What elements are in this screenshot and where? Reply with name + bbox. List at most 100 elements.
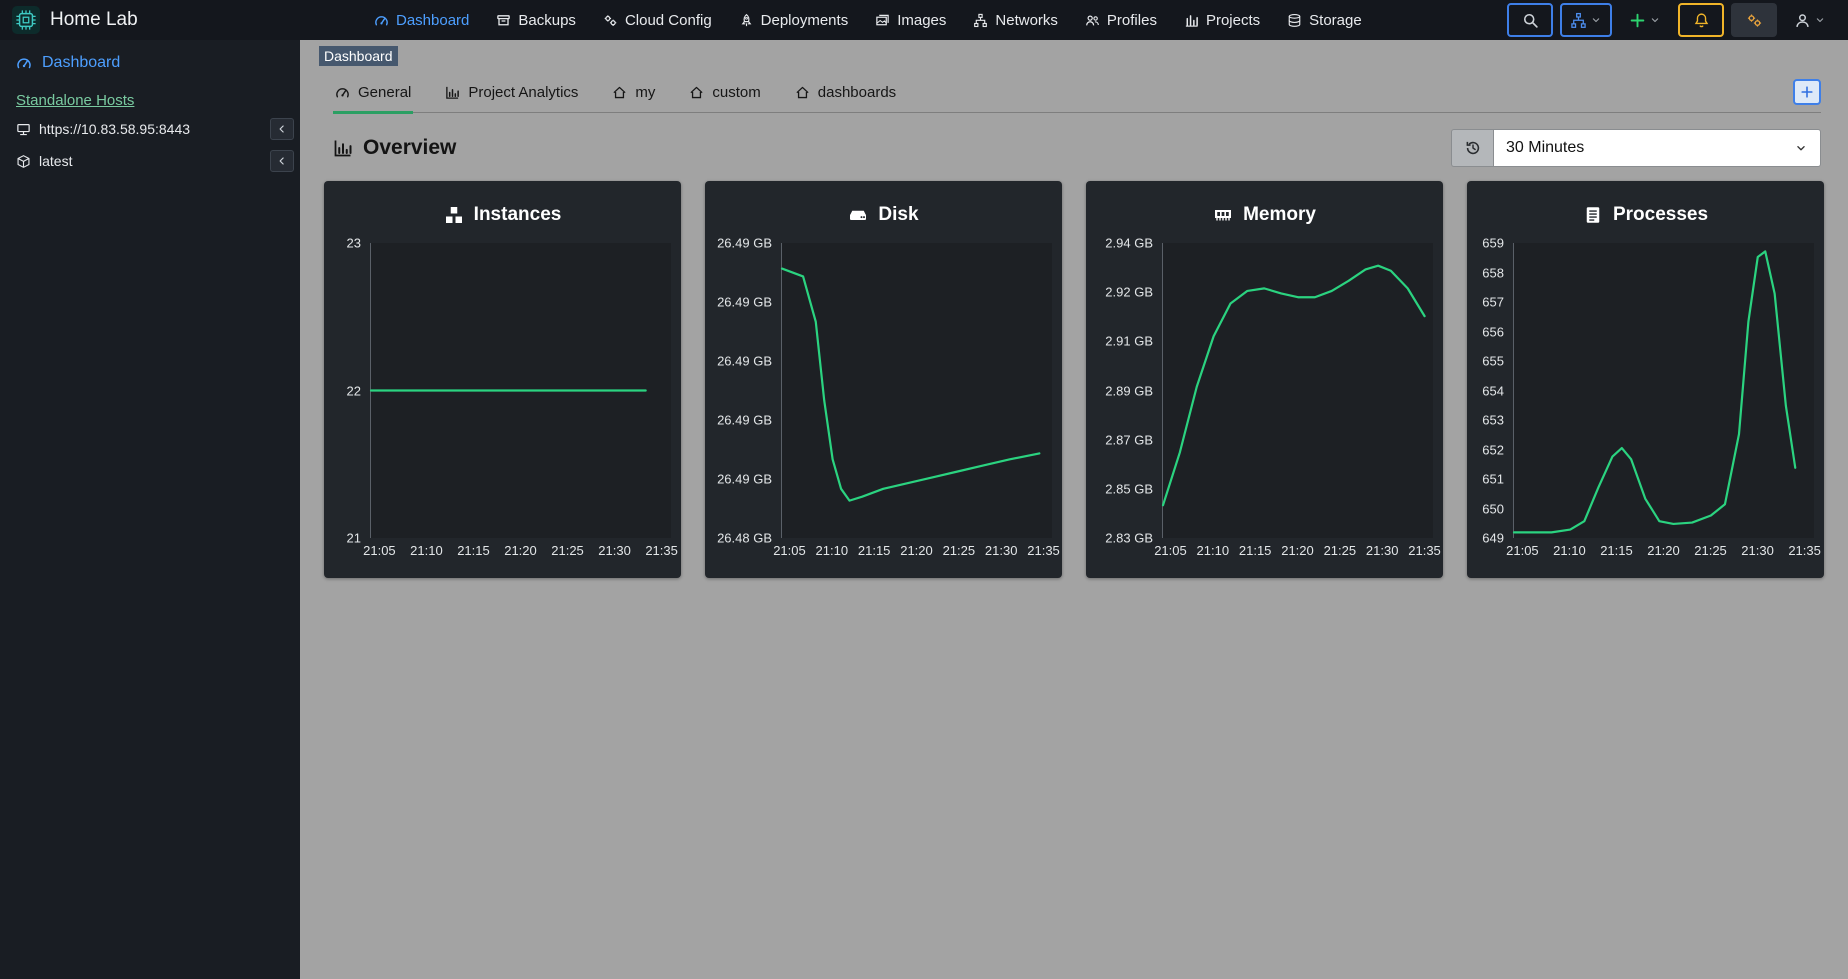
nav-item-projects[interactable]: Projects bbox=[1184, 12, 1260, 29]
nav-label: Networks bbox=[995, 11, 1058, 29]
nav-item-profiles[interactable]: Profiles bbox=[1085, 12, 1157, 29]
tab-general[interactable]: General bbox=[333, 78, 414, 114]
chart: 659 658 657 656 655 654 653 652 651 650 649 bbox=[1467, 236, 1824, 546]
x-axis-tick-label: 21:35 bbox=[1027, 543, 1060, 558]
create-menu-button[interactable] bbox=[1619, 3, 1671, 37]
y-axis-tick-label: 655 bbox=[1482, 353, 1504, 369]
y-axis-tick-label: 651 bbox=[1482, 471, 1504, 487]
gauge-icon bbox=[374, 13, 389, 28]
nav-label: Deployments bbox=[760, 11, 849, 29]
plus-icon bbox=[1800, 85, 1814, 99]
y-axis-tick-label: 649 bbox=[1482, 530, 1504, 546]
nav-item-deployments[interactable]: Deployments bbox=[739, 11, 849, 29]
box-icon bbox=[16, 154, 31, 169]
caret-down-icon bbox=[1649, 14, 1661, 26]
x-axis-tick-label: 21:05 bbox=[1506, 543, 1539, 558]
top-bar: Home Lab Dashboard Backups Cloud Config … bbox=[0, 0, 1848, 40]
host-row[interactable]: latest bbox=[0, 145, 300, 177]
collapse-host-button[interactable] bbox=[270, 118, 294, 140]
x-axis-tick-label: 21:35 bbox=[1788, 543, 1821, 558]
notifications-button[interactable] bbox=[1678, 3, 1724, 37]
y-axis: 659 658 657 656 655 654 653 652 651 650 649 bbox=[1467, 236, 1513, 546]
app-title: Home Lab bbox=[50, 9, 138, 30]
history-button[interactable] bbox=[1451, 129, 1493, 167]
nav-item-storage[interactable]: Storage bbox=[1287, 12, 1362, 29]
add-dashboard-button[interactable] bbox=[1793, 79, 1821, 105]
sidebar-item-dashboard[interactable]: Dashboard bbox=[0, 40, 300, 82]
y-axis-tick-label: 652 bbox=[1482, 442, 1504, 457]
tab-my[interactable]: my bbox=[610, 78, 657, 112]
top-navigation: Dashboard Backups Cloud Config Deploymen… bbox=[300, 12, 1362, 29]
x-axis-tick-label: 21:30 bbox=[1365, 543, 1399, 558]
breadcrumb: Dashboard bbox=[300, 40, 1848, 66]
host-url-label: https://10.83.58.95:8443 bbox=[39, 121, 191, 137]
chevron-left-icon bbox=[276, 123, 288, 135]
x-axis-tick-label: 21:25 bbox=[1694, 543, 1727, 558]
y-axis-tick-label: 650 bbox=[1482, 501, 1504, 516]
x-axis-tick-label: 21:15 bbox=[1238, 543, 1272, 558]
caret-down-icon bbox=[1590, 14, 1602, 26]
y-axis-tick-label: 657 bbox=[1482, 294, 1504, 310]
time-range-select[interactable]: 30 Minutes bbox=[1493, 129, 1821, 167]
tab-label: dashboards bbox=[817, 84, 897, 101]
tab-project-analytics[interactable]: Project Analytics bbox=[443, 78, 580, 112]
topbar-actions bbox=[1507, 3, 1848, 37]
cluster-menu-button[interactable] bbox=[1560, 3, 1612, 37]
overview-title-text: Overview bbox=[363, 136, 457, 159]
nav-item-networks[interactable]: Networks bbox=[973, 12, 1058, 29]
plot-area bbox=[1513, 243, 1814, 538]
y-axis-tick-label: 2.89 GB bbox=[1105, 383, 1153, 398]
nav-item-cloud-config[interactable]: Cloud Config bbox=[603, 12, 712, 29]
x-axis-tick-label: 21:25 bbox=[1323, 543, 1357, 558]
y-axis-tick-label: 26.49 GB bbox=[717, 294, 772, 310]
nav-item-images[interactable]: Images bbox=[875, 12, 946, 29]
x-axis-tick-label: 21:20 bbox=[1281, 543, 1314, 558]
nav-label: Dashboard bbox=[396, 11, 470, 29]
x-axis-tick-label: 21:10 bbox=[1553, 543, 1586, 558]
x-axis-tick-label: 21:10 bbox=[815, 543, 849, 558]
tab-dashboards[interactable]: dashboards bbox=[793, 78, 898, 112]
x-axis-tick-label: 21:15 bbox=[457, 543, 490, 558]
user-menu-button[interactable] bbox=[1784, 3, 1836, 37]
nav-label: Images bbox=[897, 11, 947, 29]
gears-icon bbox=[1746, 12, 1763, 29]
archive-icon bbox=[496, 13, 511, 28]
y-axis-tick-label: 23 bbox=[346, 235, 361, 251]
sidebar-item-label: Dashboard bbox=[42, 54, 121, 71]
host-version-label: latest bbox=[39, 153, 73, 169]
standalone-hosts-link[interactable]: Standalone Hosts bbox=[0, 82, 300, 113]
y-axis-tick-label: 26.49 GB bbox=[717, 471, 772, 487]
user-icon bbox=[1794, 12, 1811, 29]
gauge-icon bbox=[16, 55, 32, 71]
search-button[interactable] bbox=[1507, 3, 1553, 37]
dashboard-tabs-bar: General Project Analytics my custom dash… bbox=[333, 78, 1821, 114]
x-axis-tick-label: 21:35 bbox=[645, 543, 678, 558]
x-axis-tick-label: 21:10 bbox=[1196, 543, 1230, 558]
host-row[interactable]: https://10.83.58.95:8443 bbox=[0, 113, 300, 145]
rocket-icon bbox=[739, 13, 754, 28]
card-title: Disk bbox=[705, 181, 1062, 243]
y-axis-tick-label: 21 bbox=[346, 530, 361, 546]
settings-button[interactable] bbox=[1731, 3, 1777, 37]
nav-item-dashboard[interactable]: Dashboard bbox=[374, 12, 469, 29]
y-axis-tick-label: 2.83 GB bbox=[1105, 530, 1153, 546]
nav-label: Backups bbox=[518, 11, 576, 29]
x-axis-tick-label: 21:25 bbox=[942, 543, 976, 558]
memory-chart-card: Memory 2.94 GB 2.92 GB 2.91 GB 2.89 GB 2.87 … bbox=[1086, 181, 1443, 578]
chevron-left-icon bbox=[276, 155, 288, 167]
y-axis-tick-label: 2.91 GB bbox=[1105, 333, 1153, 349]
x-axis: 21:05 21:10 21:15 21:20 21:25 21:30 21:35 bbox=[1506, 543, 1821, 563]
home-icon bbox=[795, 85, 810, 100]
nav-item-backups[interactable]: Backups bbox=[496, 12, 576, 29]
breadcrumb-label: Dashboard bbox=[319, 46, 398, 66]
plot-area bbox=[781, 243, 1052, 538]
y-axis-tick-label: 656 bbox=[1482, 324, 1504, 339]
tab-custom[interactable]: custom bbox=[687, 78, 762, 112]
chart-line bbox=[1163, 266, 1425, 506]
card-title-text: Instances bbox=[473, 204, 562, 225]
collapse-host-button[interactable] bbox=[270, 150, 294, 172]
chart: 2.94 GB 2.92 GB 2.91 GB 2.89 GB 2.87 GB 2.85 … bbox=[1086, 236, 1443, 546]
chart-line bbox=[782, 269, 1039, 501]
y-axis-tick-label: 2.85 GB bbox=[1105, 481, 1153, 497]
y-axis-tick-label: 659 bbox=[1482, 235, 1504, 251]
